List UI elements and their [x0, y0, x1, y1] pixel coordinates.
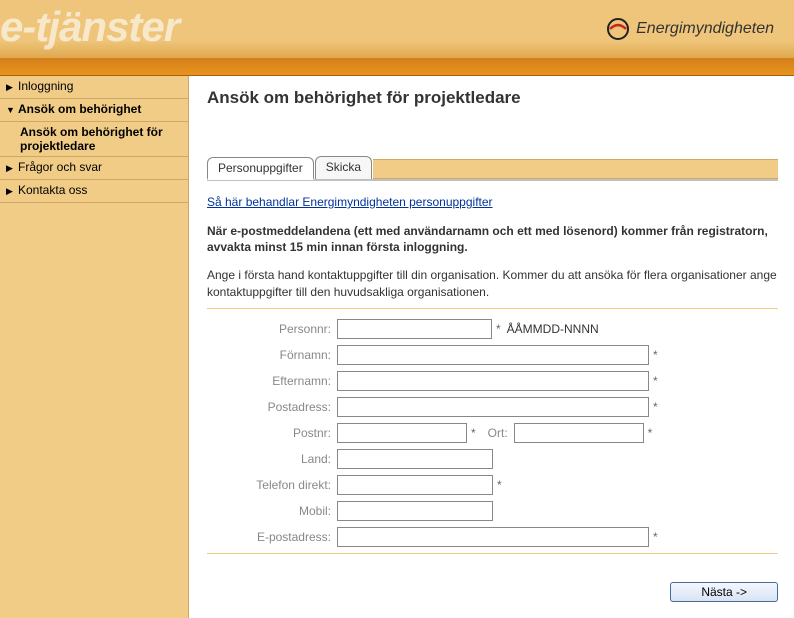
arrow-down-icon: ▼	[6, 102, 16, 118]
req-epost: *	[653, 530, 658, 544]
arrow-right-icon: ▶	[6, 79, 16, 95]
req-postadress: *	[653, 400, 658, 414]
tab-skicka[interactable]: Skicka	[315, 156, 372, 179]
tab-personuppgifter[interactable]: Personuppgifter	[207, 157, 314, 180]
input-postadress[interactable]	[337, 397, 649, 417]
sidebar-item-3[interactable]: ▶Frågor och svar	[0, 157, 188, 180]
req-telefon: *	[497, 478, 502, 492]
sidebar-item-label: Frågor och svar	[18, 160, 102, 174]
content: Ansök om behörighet för projektledare Pe…	[189, 76, 794, 618]
divider-bottom	[207, 553, 778, 554]
logo-text: Energimyndigheten	[636, 20, 774, 38]
label-land: Land:	[207, 452, 337, 466]
logo-icon	[606, 17, 630, 41]
label-ort: Ort:	[476, 426, 514, 440]
label-epost: E-postadress:	[207, 530, 337, 544]
tab-row: PersonuppgifterSkicka	[207, 156, 778, 181]
divider	[207, 308, 778, 309]
header: e-tjänster Energimyndigheten	[0, 0, 794, 58]
input-land[interactable]	[337, 449, 493, 469]
description: Ange i första hand kontaktuppgifter till…	[207, 267, 778, 299]
input-epost[interactable]	[337, 527, 649, 547]
sidebar-item-label: Ansök om behörighet för projektledare	[20, 125, 184, 153]
input-efternamn[interactable]	[337, 371, 649, 391]
logo-area: Energimyndigheten	[606, 17, 774, 41]
login-notice: När e-postmeddelandena (ett med användar…	[207, 223, 778, 255]
sidebar-item-1[interactable]: ▼Ansök om behörighet	[0, 99, 188, 122]
sidebar-item-label: Inloggning	[18, 79, 73, 93]
input-ort[interactable]	[514, 423, 644, 443]
label-telefon: Telefon direkt:	[207, 478, 337, 492]
arrow-right-icon: ▶	[6, 183, 16, 199]
req-personnr: *	[496, 322, 501, 336]
input-postnr[interactable]	[337, 423, 467, 443]
tab-background	[373, 159, 778, 179]
sidebar-item-2[interactable]: Ansök om behörighet för projektledare	[0, 122, 188, 157]
next-button[interactable]: Nästa ->	[670, 582, 778, 602]
hint-personnr: ÅÅMMDD-NNNN	[507, 322, 599, 336]
input-fornamn[interactable]	[337, 345, 649, 365]
req-efternamn: *	[653, 374, 658, 388]
input-personnr[interactable]	[337, 319, 492, 339]
sidebar-item-label: Kontakta oss	[18, 183, 87, 197]
sidebar-item-0[interactable]: ▶Inloggning	[0, 76, 188, 99]
page-title: Ansök om behörighet för projektledare	[207, 88, 778, 108]
label-efternamn: Efternamn:	[207, 374, 337, 388]
req-fornamn: *	[653, 348, 658, 362]
sidebar-item-4[interactable]: ▶Kontakta oss	[0, 180, 188, 203]
sidebar: ▶Inloggning▼Ansök om behörighetAnsök om …	[0, 76, 189, 618]
req-ort: *	[648, 426, 653, 440]
input-telefon[interactable]	[337, 475, 493, 495]
label-postadress: Postadress:	[207, 400, 337, 414]
privacy-link[interactable]: Så här behandlar Energimyndigheten perso…	[207, 195, 493, 209]
sidebar-item-label: Ansök om behörighet	[18, 102, 141, 116]
brand-watermark: e-tjänster	[0, 6, 179, 48]
arrow-right-icon: ▶	[6, 160, 16, 176]
input-mobil[interactable]	[337, 501, 493, 521]
label-fornamn: Förnamn:	[207, 348, 337, 362]
label-personnr: Personnr:	[207, 322, 337, 336]
label-mobil: Mobil:	[207, 504, 337, 518]
label-postnr: Postnr:	[207, 426, 337, 440]
orange-bar	[0, 58, 794, 76]
